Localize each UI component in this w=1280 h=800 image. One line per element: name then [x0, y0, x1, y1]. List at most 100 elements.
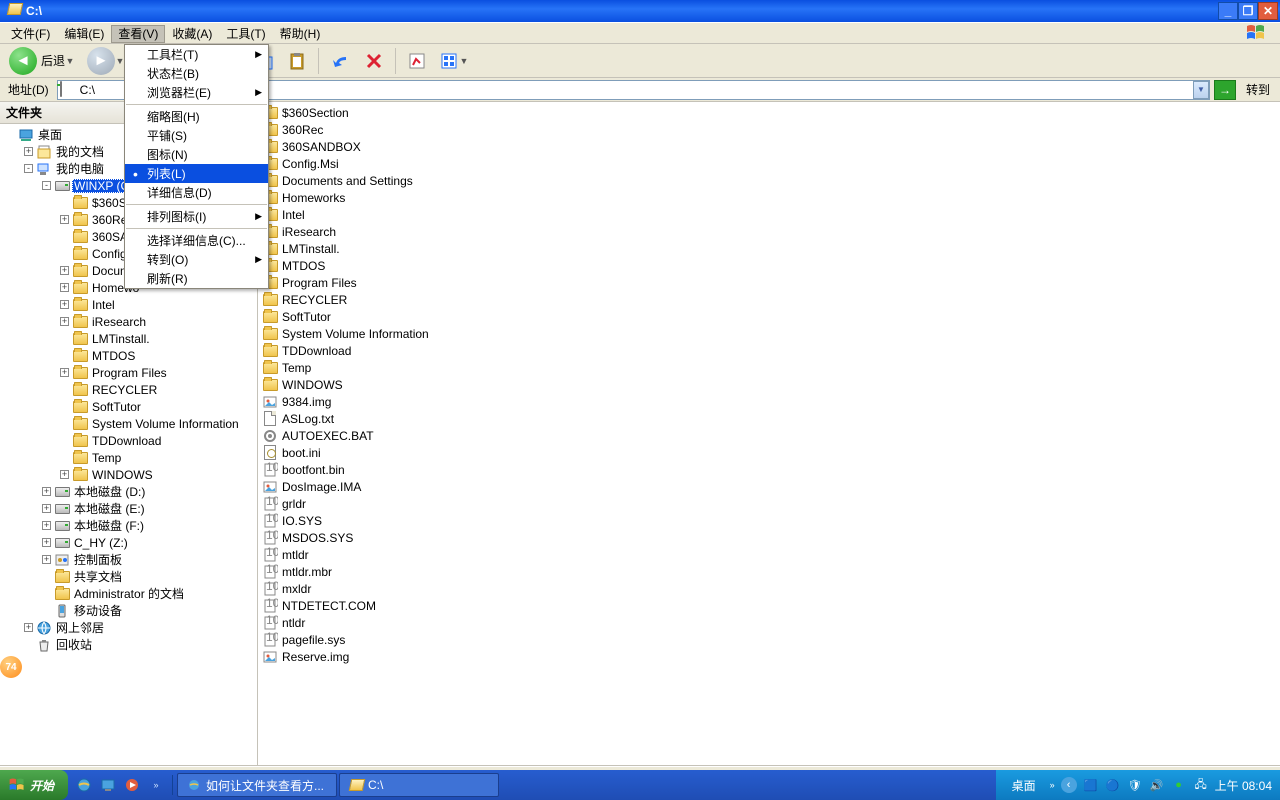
expand-toggle[interactable]: + — [60, 266, 69, 275]
paste-button[interactable] — [282, 47, 312, 75]
tree-node[interactable]: Temp — [2, 449, 257, 466]
menu-item[interactable]: 选择详细信息(C)... — [125, 231, 268, 250]
undo-button[interactable] — [325, 47, 357, 75]
tree-node[interactable]: Administrator 的文档 — [2, 585, 257, 602]
list-item[interactable]: 101grldr — [262, 495, 1276, 512]
menu-item[interactable]: 图标(N) — [125, 145, 268, 164]
expand-toggle[interactable]: + — [42, 521, 51, 530]
menu-2[interactable]: 查看(V) — [111, 25, 165, 43]
tree-node[interactable]: +iResearch — [2, 313, 257, 330]
close-button[interactable]: ✕ — [1258, 2, 1278, 20]
expand-toggle[interactable]: + — [60, 283, 69, 292]
menu-item[interactable]: 平铺(S) — [125, 126, 268, 145]
expand-toggle[interactable]: - — [42, 181, 51, 190]
expand-toggle[interactable]: + — [42, 504, 51, 513]
back-button[interactable]: ◄后退▼ — [4, 47, 80, 75]
list-item[interactable]: DosImage.IMA — [262, 478, 1276, 495]
list-item[interactable]: 9384.img — [262, 393, 1276, 410]
address-dropdown-button[interactable]: ▼ — [1193, 81, 1209, 99]
expand-toggle[interactable]: + — [42, 555, 51, 564]
tree-node[interactable]: RECYCLER — [2, 381, 257, 398]
list-item[interactable]: TDDownload — [262, 342, 1276, 359]
tree-node[interactable]: +Intel — [2, 296, 257, 313]
menu-item[interactable]: 缩略图(H) — [125, 107, 268, 126]
tray-volume-icon[interactable]: 🔊 — [1149, 777, 1165, 793]
tree-node[interactable]: +WINDOWS — [2, 466, 257, 483]
menu-3[interactable]: 收藏(A) — [165, 25, 219, 43]
tree-node[interactable]: +网上邻居 — [2, 619, 257, 636]
tray-app1-icon[interactable]: 🟦 — [1083, 777, 1099, 793]
expand-toggle[interactable]: + — [24, 623, 33, 632]
tree-node[interactable]: SoftTutor — [2, 398, 257, 415]
menu-4[interactable]: 工具(T) — [219, 25, 272, 43]
menu-item[interactable]: •列表(L) — [125, 164, 268, 183]
menu-item[interactable]: 详细信息(D) — [125, 183, 268, 202]
expand-toggle[interactable]: + — [60, 300, 69, 309]
delete-button[interactable] — [359, 47, 389, 75]
list-item[interactable]: Config.Msi — [262, 155, 1276, 172]
list-item[interactable]: $360Section — [262, 104, 1276, 121]
tray-360-icon[interactable]: ● — [1171, 777, 1187, 793]
tree-node[interactable]: LMTinstall. — [2, 330, 257, 347]
views-button[interactable]: ▼ — [434, 47, 474, 75]
menu-item[interactable]: 状态栏(B) — [125, 64, 268, 83]
list-item[interactable]: System Volume Information — [262, 325, 1276, 342]
list-item[interactable]: MTDOS — [262, 257, 1276, 274]
tray-expand[interactable]: » — [1050, 780, 1055, 790]
menu-item[interactable]: 刷新(R) — [125, 269, 268, 288]
desktop-icon[interactable] — [98, 775, 118, 795]
media-icon[interactable] — [122, 775, 142, 795]
list-item[interactable]: 101bootfont.bin — [262, 461, 1276, 478]
list-item[interactable]: SoftTutor — [262, 308, 1276, 325]
expand-toggle[interactable]: + — [42, 487, 51, 496]
tree-node[interactable]: +C_HY (Z:) — [2, 534, 257, 551]
tray-net-icon[interactable]: 🖧 — [1193, 777, 1209, 793]
list-item[interactable]: LMTinstall. — [262, 240, 1276, 257]
list-item[interactable]: Documents and Settings — [262, 172, 1276, 189]
forward-button[interactable]: ►▼ — [82, 47, 130, 75]
list-item[interactable]: Intel — [262, 206, 1276, 223]
expand-toggle[interactable]: + — [60, 215, 69, 224]
list-item[interactable]: 101mtldr.mbr — [262, 563, 1276, 580]
expand-toggle[interactable]: + — [42, 538, 51, 547]
menu-0[interactable]: 文件(F) — [4, 25, 57, 43]
list-item[interactable]: 101pagefile.sys — [262, 631, 1276, 648]
notification-badge[interactable]: 74 — [0, 656, 22, 678]
list-item[interactable]: Program Files — [262, 274, 1276, 291]
tree-node[interactable]: 回收站 — [2, 636, 257, 653]
menu-item[interactable]: 工具栏(T)▶ — [125, 45, 268, 64]
expand-toggle[interactable]: - — [24, 164, 33, 173]
list-item[interactable]: 101IO.SYS — [262, 512, 1276, 529]
tree-node[interactable]: 移动设备 — [2, 602, 257, 619]
minimize-button[interactable]: _ — [1218, 2, 1238, 20]
list-item[interactable]: 101mtldr — [262, 546, 1276, 563]
task-button[interactable]: C:\ — [339, 773, 499, 797]
expand-toggle[interactable]: + — [60, 368, 69, 377]
desktop-label[interactable]: 桌面 — [1004, 777, 1044, 794]
tree-node[interactable]: TDDownload — [2, 432, 257, 449]
file-list[interactable]: $360Section360Rec360SANDBOXConfig.MsiDoc… — [258, 102, 1280, 765]
list-item[interactable]: 101NTDETECT.COM — [262, 597, 1276, 614]
clock[interactable]: 上午 08:04 — [1215, 777, 1272, 794]
expand-toggle[interactable]: + — [24, 147, 33, 156]
maximize-button[interactable]: ❐ — [1238, 2, 1258, 20]
menu-item[interactable]: 转到(O)▶ — [125, 250, 268, 269]
tree-node[interactable]: System Volume Information — [2, 415, 257, 432]
list-item[interactable]: 101ntldr — [262, 614, 1276, 631]
list-item[interactable]: 101MSDOS.SYS — [262, 529, 1276, 546]
list-item[interactable]: Reserve.img — [262, 648, 1276, 665]
properties-button[interactable] — [402, 47, 432, 75]
list-item[interactable]: AUTOEXEC.BAT — [262, 427, 1276, 444]
list-item[interactable]: RECYCLER — [262, 291, 1276, 308]
view-menu-dropdown[interactable]: 工具栏(T)▶状态栏(B)浏览器栏(E)▶缩略图(H)平铺(S)图标(N)•列表… — [124, 44, 269, 289]
list-item[interactable]: boot.ini — [262, 444, 1276, 461]
list-item[interactable]: WINDOWS — [262, 376, 1276, 393]
tray-collapse-icon[interactable]: ‹ — [1061, 777, 1077, 793]
menu-5[interactable]: 帮助(H) — [273, 25, 328, 43]
task-button[interactable]: 如何让文件夹查看方... — [177, 773, 337, 797]
expand-toggle[interactable]: + — [60, 470, 69, 479]
tree-node[interactable]: +本地磁盘 (D:) — [2, 483, 257, 500]
list-item[interactable]: 360Rec — [262, 121, 1276, 138]
tree-node[interactable]: +Program Files — [2, 364, 257, 381]
list-item[interactable]: 360SANDBOX — [262, 138, 1276, 155]
